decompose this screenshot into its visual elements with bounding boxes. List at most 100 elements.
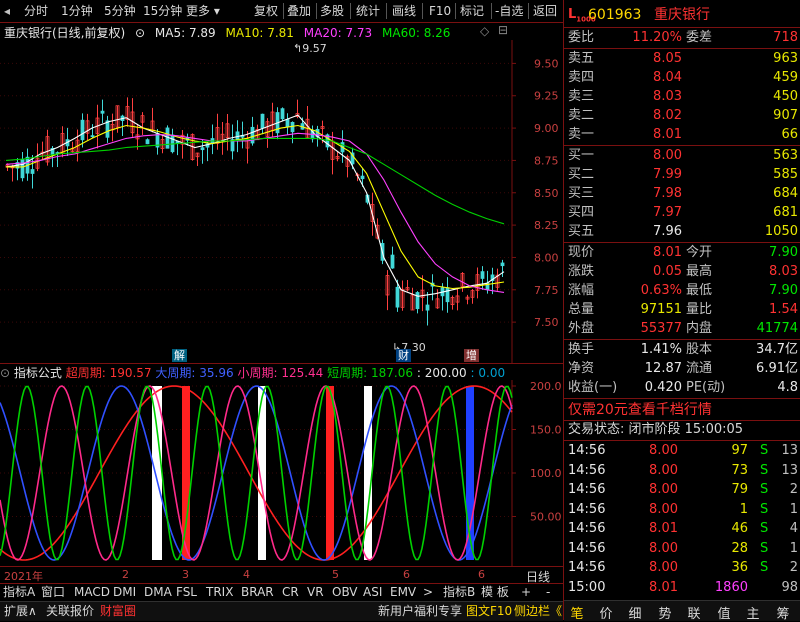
tab-details[interactable]: 细 xyxy=(622,603,648,622)
bid-label: 买四 xyxy=(568,205,595,220)
y-tick-label: 8.25 xyxy=(534,219,559,232)
event-badge-increase[interactable]: 增 xyxy=(464,349,479,362)
tick-direction: S xyxy=(760,540,769,556)
ma20-label: MA20: 7.73 xyxy=(303,26,373,40)
tab-indicator-b[interactable]: 指标B xyxy=(443,585,475,600)
stat-label: 内盘 xyxy=(686,321,713,336)
tick-row: 14:56 8.00 79 S 2 xyxy=(568,481,798,499)
ma-settings-icon[interactable]: ⊙ xyxy=(135,26,145,40)
ask-volume: 907 xyxy=(773,108,798,123)
f10-text-button[interactable]: 图文F10 xyxy=(466,604,512,619)
candle-body xyxy=(360,175,365,180)
signal-bar xyxy=(326,386,334,560)
indicator-toggle-icon[interactable]: ⊙ xyxy=(0,366,10,380)
tab-fsl[interactable]: FSL xyxy=(176,585,197,600)
stat-value: 0.63% xyxy=(640,283,682,298)
related-quote-button[interactable]: 关联报价 xyxy=(46,604,94,619)
tab-indicator-a[interactable]: 指标A xyxy=(3,585,35,600)
tab-related[interactable]: 联 xyxy=(681,603,707,622)
sidebar-toggle-button[interactable]: 侧边栏《 xyxy=(514,604,562,619)
tick-count: 98 xyxy=(781,579,798,595)
tab-asi[interactable]: ASI xyxy=(363,585,382,600)
bid-price: 7.98 xyxy=(653,186,682,201)
indicator-chart[interactable]: 200.0 150.0 100.0 50.00 xyxy=(0,380,563,566)
tab-15min[interactable]: 15分钟 xyxy=(143,3,182,19)
tab-macd[interactable]: MACD xyxy=(74,585,110,600)
overlay-button[interactable]: 叠加 xyxy=(287,3,311,19)
event-badge-unlock[interactable]: 解 xyxy=(172,349,187,362)
trade-status: 交易状态: 闭市阶段 15:00:05 xyxy=(568,422,744,437)
tick-price: 8.00 xyxy=(649,501,678,517)
tick-time: 14:56 xyxy=(568,560,606,575)
tab-scroll-right[interactable]: > xyxy=(423,585,433,600)
stat-row: 换手 1.41% 股本 34.7亿 xyxy=(568,341,798,359)
y-tick-label: 8.00 xyxy=(534,251,559,264)
tab-emv[interactable]: EMV xyxy=(390,585,416,600)
candle-body xyxy=(260,113,265,129)
tick-direction: S xyxy=(760,462,769,478)
tab-trend[interactable]: 势 xyxy=(652,603,678,622)
tick-count: 13 xyxy=(781,443,798,458)
multi-stock-button[interactable]: 多股 xyxy=(320,3,344,19)
tab-cr[interactable]: CR xyxy=(282,585,299,600)
kline-chart[interactable]: 9.50 9.25 9.00 8.75 8.50 8.25 8.00 7.75 7.50 xyxy=(0,40,563,364)
y-tick-label: 50.00 xyxy=(530,511,562,524)
tab-5min[interactable]: 5分钟 xyxy=(104,3,136,19)
tab-main-force[interactable]: 主 xyxy=(740,603,766,622)
tab-value[interactable]: 值 xyxy=(711,603,737,622)
stat-row: 外盘 55377 内盘 41774 xyxy=(568,320,798,338)
ma-line-ma10 xyxy=(6,124,505,290)
candle-body xyxy=(480,271,485,279)
tab-brar[interactable]: BRAR xyxy=(241,585,274,600)
tab-more[interactable]: 更多 ▾ xyxy=(186,3,220,19)
return-button[interactable]: 返回 xyxy=(533,3,557,19)
tab-remove[interactable]: - xyxy=(546,585,550,600)
tick-time: 14:56 xyxy=(568,521,606,536)
tab-fenshi[interactable]: 分时 xyxy=(24,3,48,19)
tab-dmi[interactable]: DMI xyxy=(113,585,136,600)
tab-chips[interactable]: 筹 xyxy=(770,603,796,622)
tick-direction: S xyxy=(760,521,769,536)
minimize-icon[interactable]: ⊟ xyxy=(498,23,508,37)
candle-body xyxy=(80,119,85,141)
indicator-name[interactable]: 指标公式 xyxy=(14,366,62,380)
tab-trix[interactable]: TRIX xyxy=(206,585,233,600)
event-badge-finance[interactable]: 财 xyxy=(396,349,411,362)
add-favorite-button[interactable]: -自选 xyxy=(495,3,523,19)
stat-label: 总量 xyxy=(568,302,595,317)
tab-window[interactable]: 窗口 xyxy=(41,585,65,600)
y-tick-label: 8.75 xyxy=(534,154,559,167)
ask-price: 8.05 xyxy=(653,51,682,66)
fuquan-button[interactable]: 复权 xyxy=(254,3,278,19)
candle-body xyxy=(285,119,290,128)
tab-price-table[interactable]: 价 xyxy=(593,603,619,622)
diamond-icon[interactable]: ◇ xyxy=(480,24,489,38)
tick-row: 14:56 8.01 46 S 4 xyxy=(568,520,798,538)
tab-template[interactable]: 模 板 xyxy=(481,585,509,600)
indicator-legend: ⊙ 指标公式 超周期: 190.57 大周期: 35.96 小周期: 125.4… xyxy=(0,364,563,380)
ma10-label: MA10: 7.81 xyxy=(225,26,294,40)
high-price-marker: ↰9.57 xyxy=(293,42,327,55)
tick-price: 8.00 xyxy=(649,462,678,478)
month-label: 6 xyxy=(403,568,410,581)
tab-dma[interactable]: DMA xyxy=(144,585,172,600)
level2-promo-link[interactable]: 仅需20元查看千档行情 xyxy=(568,401,798,419)
ask-label: 卖五 xyxy=(568,51,595,66)
wealth-circle-button[interactable]: 财富圈 xyxy=(100,604,136,619)
top-toolbar: ◂ 分时 1分钟 5分钟 15分钟 更多 ▾ 复权 叠加 多股 统计 画线 F1… xyxy=(0,0,563,23)
tab-vr[interactable]: VR xyxy=(307,585,324,600)
y-tick-label: 7.50 xyxy=(534,316,559,329)
f10-button[interactable]: F10 xyxy=(429,3,451,19)
tab-add[interactable]: + xyxy=(521,585,531,600)
super-cycle-label: 超周期: 190.57 xyxy=(65,366,152,380)
stat-label: 最高 xyxy=(686,264,713,279)
tab-tick-detail[interactable]: 笔 xyxy=(564,603,590,622)
back-icon[interactable]: ◂ xyxy=(4,3,10,19)
expand-button[interactable]: 扩展∧ xyxy=(4,604,37,619)
mark-button[interactable]: 标记 xyxy=(460,3,484,19)
stats-button[interactable]: 统计 xyxy=(356,3,380,19)
new-user-promo-link[interactable]: 新用户福利专享 xyxy=(378,604,462,619)
draw-line-button[interactable]: 画线 xyxy=(392,3,416,19)
tab-1min[interactable]: 1分钟 xyxy=(61,3,93,19)
tab-obv[interactable]: OBV xyxy=(332,585,358,600)
